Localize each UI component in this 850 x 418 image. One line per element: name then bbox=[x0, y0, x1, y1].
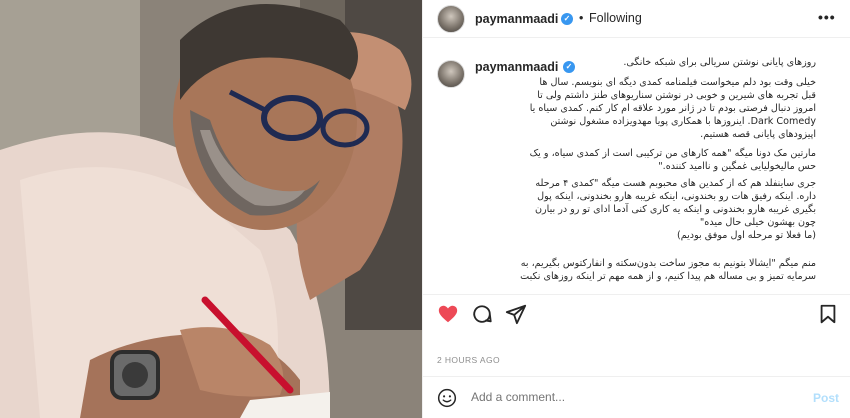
caption-line: سرمایه تمیز و بی مساله هم پیدا کنیم، و ا… bbox=[520, 271, 816, 282]
verified-badge-icon: ✓ bbox=[561, 13, 573, 25]
comment-bar: Post bbox=[423, 376, 850, 418]
caption-line: اپیزودهای پایانی قصه هستیم. bbox=[700, 129, 816, 140]
caption-line: روزهای پایانی نوشتن سریالی برای شبکه خان… bbox=[623, 57, 816, 68]
caption-line: (ما فعلا تو مرحله اول موفق بودیم) bbox=[677, 230, 816, 241]
emoji-icon[interactable] bbox=[437, 388, 457, 408]
caption-line: چون بهشون خیلی حال میده" bbox=[699, 217, 816, 228]
caption-line: خیلی وقت بود دلم میخواست فیلمنامه کمدی د… bbox=[539, 77, 816, 88]
post-header: paymanmaadi ✓ • Following ••• bbox=[423, 0, 850, 38]
comment-input[interactable] bbox=[471, 390, 771, 404]
caption-line: جری ساینفلد هم که از کمدین های محبوبم هس… bbox=[535, 178, 816, 189]
post-photo[interactable] bbox=[0, 0, 422, 418]
more-options-icon[interactable]: ••• bbox=[818, 9, 836, 25]
post-actions bbox=[423, 294, 850, 334]
username-link[interactable]: paymanmaadi bbox=[475, 12, 558, 26]
verified-badge-icon: ✓ bbox=[563, 61, 575, 73]
caption-line: Dark Comedy. اینروزها با همکاری پویا مهد… bbox=[550, 116, 816, 127]
caption-avatar[interactable] bbox=[437, 60, 465, 88]
caption-line: منم میگم "ایشالا بتونیم به مجوز ساخت بدو… bbox=[520, 258, 816, 269]
avatar[interactable] bbox=[437, 5, 465, 33]
post-comment-button[interactable]: Post bbox=[813, 391, 839, 405]
caption-line: داره. اینکه رفیق هات رو بخندونی، اینکه غ… bbox=[537, 191, 816, 202]
header-separator: • bbox=[579, 11, 584, 25]
bookmark-icon[interactable] bbox=[817, 303, 839, 325]
post-timestamp[interactable]: 2 HOURS AGO bbox=[437, 355, 500, 365]
caption-line: مارتین مک دونا میگه "همه کارهای من ترکیب… bbox=[529, 148, 816, 159]
caption-line: حس مالیخولیایی غمگین و ناامید کننده." bbox=[658, 161, 816, 172]
caption-username-link[interactable]: paymanmaadi bbox=[475, 60, 558, 74]
photo-illustration bbox=[0, 0, 422, 418]
post-caption: paymanmaadi ✓ روزهای پایانی نوشتن سریالی… bbox=[423, 52, 850, 292]
following-button[interactable]: Following bbox=[589, 11, 642, 25]
post-detail-panel: paymanmaadi ✓ • Following ••• paymanmaad… bbox=[422, 0, 850, 418]
caption-line: بگیری غریبه هارو بخندونی و اینکه یه کاری… bbox=[534, 204, 816, 215]
caption-line: قبل تجربه های شیرین و خوبی در نوشتن سنار… bbox=[537, 90, 816, 101]
comment-icon[interactable] bbox=[471, 303, 493, 325]
caption-line: امروز دنبال فرصتی بودم تا در ژانر مورد ع… bbox=[529, 103, 816, 114]
heart-icon[interactable] bbox=[437, 303, 459, 325]
send-icon[interactable] bbox=[505, 303, 527, 325]
